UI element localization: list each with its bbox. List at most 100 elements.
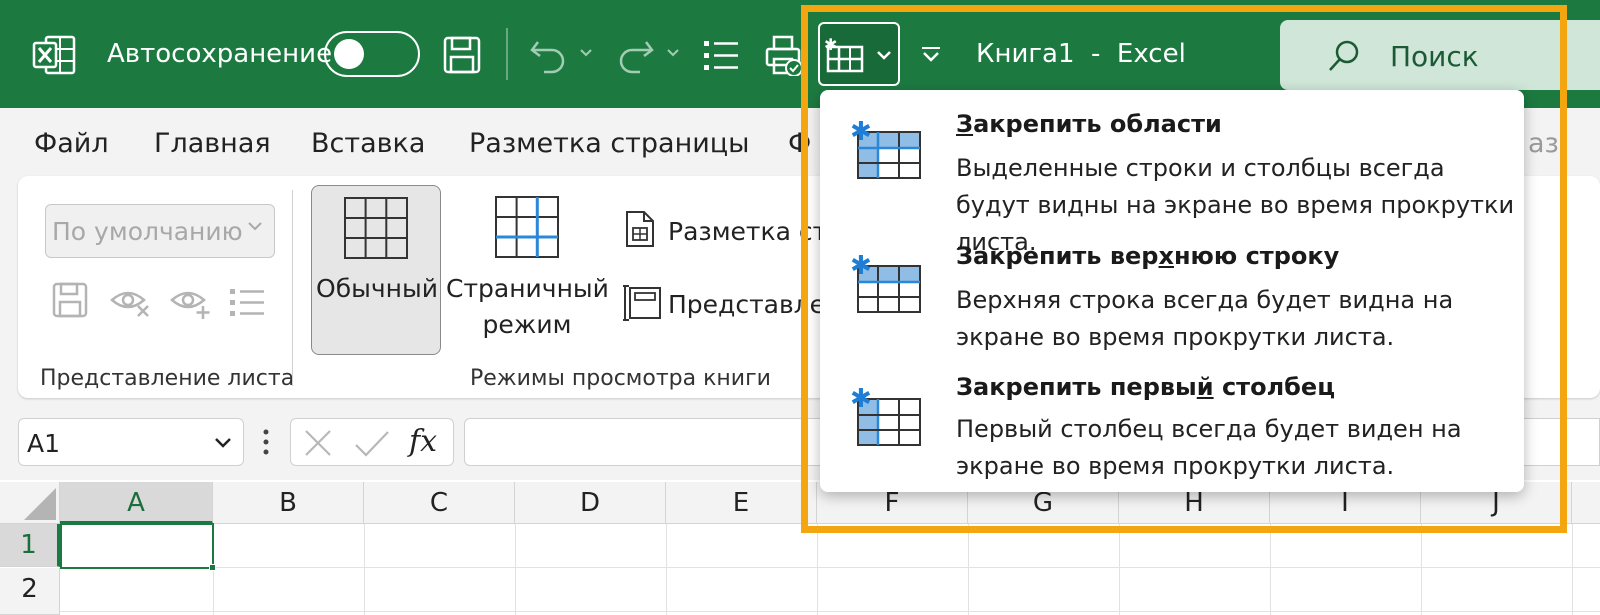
- gridline: [1119, 524, 1120, 615]
- menu-item-freeze-top-row[interactable]: ✱ Закрепить верхнюю строку Верхняя строк…: [820, 232, 1524, 364]
- tab-insert[interactable]: Вставка: [311, 128, 425, 159]
- title-text: столбец: [1213, 373, 1335, 401]
- autosave-label: Автосохранение: [107, 39, 333, 69]
- toolbar-separator: [506, 28, 508, 80]
- title-text: Закрепить вер: [956, 242, 1159, 270]
- title-text: нюю строку: [1173, 242, 1340, 270]
- normal-view-label: Обычный: [316, 274, 438, 303]
- column-header-k-partial[interactable]: [1572, 482, 1600, 524]
- column-header-d[interactable]: D: [515, 482, 666, 524]
- tab-page-layout[interactable]: Разметка страницы: [469, 128, 749, 159]
- freeze-panes-icon: ✱: [824, 37, 864, 73]
- svg-text:✱: ✱: [850, 252, 872, 281]
- page-break-preview-icon[interactable]: [494, 195, 560, 259]
- enter-check-icon[interactable]: [353, 429, 391, 457]
- svg-text:✱: ✱: [850, 385, 872, 414]
- document-title: Книга1 - Excel: [976, 39, 1186, 69]
- accelerator-key: З: [956, 110, 974, 138]
- freeze-first-column-icon: ✱: [850, 385, 924, 449]
- menu-item-freeze-panes[interactable]: ✱ Закрепить области Выделенные строки и …: [820, 98, 1524, 256]
- gridline: [1270, 524, 1271, 615]
- title-text: акрепить области: [973, 110, 1222, 138]
- custom-views-icon[interactable]: [622, 284, 662, 322]
- new-view-eye-icon[interactable]: [170, 286, 212, 320]
- column-header-e[interactable]: E: [666, 482, 817, 524]
- name-box-value: A1: [27, 429, 61, 458]
- undo-dropdown-chevron-down-icon[interactable]: [579, 48, 593, 58]
- search-icon: [1326, 38, 1362, 74]
- exit-view-eye-icon[interactable]: [110, 286, 152, 318]
- chevron-down-icon: [246, 219, 264, 233]
- sheet-view-value: По умолчанию: [52, 217, 243, 246]
- title-text: Закрепить первы: [956, 373, 1197, 401]
- tab-view-partial[interactable]: аз: [1528, 128, 1559, 159]
- freeze-top-row-icon: ✱: [850, 252, 924, 316]
- tab-file[interactable]: Файл: [34, 128, 109, 159]
- freeze-panes-button[interactable]: ✱: [818, 22, 900, 86]
- search-box[interactable]: Поиск: [1280, 20, 1600, 90]
- insert-function-fx[interactable]: fx: [409, 424, 437, 459]
- cancel-icon[interactable]: [303, 429, 333, 457]
- gridline: [515, 524, 516, 615]
- tab-home[interactable]: Главная: [154, 128, 271, 159]
- gridline: [968, 524, 969, 615]
- row-header-2[interactable]: 2: [0, 568, 60, 615]
- page-break-label-line1: Страничный: [446, 274, 609, 303]
- menu-item-description: Верхняя строка всегда будет видна на экр…: [956, 286, 1454, 351]
- gridline: [1421, 524, 1422, 615]
- column-header-c[interactable]: C: [364, 482, 515, 524]
- workbook-views-group-label: Режимы просмотра книги: [470, 366, 771, 391]
- fill-handle[interactable]: [209, 564, 216, 571]
- name-box[interactable]: A1: [18, 418, 244, 466]
- redo-icon[interactable]: [616, 36, 656, 74]
- customize-toolbar-chevron-down-icon[interactable]: [920, 46, 942, 62]
- gridline: [1572, 524, 1573, 615]
- freeze-panes-icon: ✱: [850, 118, 924, 182]
- page-layout-label[interactable]: Разметка ст: [668, 217, 827, 246]
- gridline: [817, 524, 818, 615]
- normal-view-button[interactable]: Обычный: [311, 185, 441, 355]
- redo-dropdown-chevron-down-icon[interactable]: [666, 48, 680, 58]
- freeze-dropdown-chevron-down-icon: [876, 50, 892, 62]
- accelerator-key: й: [1196, 373, 1214, 401]
- custom-views-label[interactable]: Представле: [668, 290, 825, 319]
- list-icon[interactable]: [702, 36, 740, 74]
- tab-formulas[interactable]: Ф: [788, 128, 811, 159]
- page-break-label-line2: режим: [482, 310, 572, 339]
- group-separator: [292, 190, 293, 386]
- row-header-1[interactable]: 1: [0, 524, 60, 567]
- gridline: [60, 567, 1600, 568]
- autosave-toggle[interactable]: [324, 31, 420, 77]
- svg-text:✱: ✱: [850, 118, 872, 147]
- more-vertical-icon[interactable]: [262, 428, 270, 456]
- freeze-panes-menu: ✱ Закрепить области Выделенные строки и …: [820, 90, 1524, 492]
- column-header-b[interactable]: B: [213, 482, 364, 524]
- save-icon[interactable]: [442, 35, 482, 75]
- sheet-view-group-label: Представление листа: [40, 366, 295, 391]
- search-label: Поиск: [1390, 40, 1479, 73]
- sheet-view-select[interactable]: По умолчанию: [45, 204, 275, 258]
- menu-item-freeze-first-column[interactable]: ✱ Закрепить первый столбец Первый столбе…: [820, 365, 1524, 497]
- active-cell-a1[interactable]: [60, 523, 216, 571]
- print-preview-icon[interactable]: [764, 34, 804, 76]
- menu-item-title: Закрепить верхнюю строку: [956, 242, 1339, 270]
- formula-actions: fx: [290, 418, 454, 466]
- select-all-corner[interactable]: [0, 482, 60, 524]
- menu-item-title: Закрепить первый столбец: [956, 373, 1335, 401]
- menu-item-description: Первый столбец всегда будет виден на экр…: [956, 415, 1462, 480]
- save-sheet-view-icon[interactable]: [52, 282, 88, 318]
- toggle-knob: [334, 39, 364, 69]
- chevron-down-icon: [213, 436, 233, 450]
- gridline: [666, 524, 667, 615]
- excel-logo-icon: [32, 34, 76, 76]
- gridline: [364, 524, 365, 615]
- undo-icon[interactable]: [528, 36, 568, 74]
- page-layout-icon[interactable]: [624, 210, 656, 248]
- accelerator-key: х: [1158, 242, 1174, 270]
- menu-item-title: Закрепить области: [956, 110, 1222, 138]
- column-header-a[interactable]: A: [60, 482, 213, 524]
- gridline: [60, 611, 1600, 612]
- view-options-list-icon[interactable]: [228, 286, 266, 318]
- normal-view-grid-icon: [343, 196, 409, 260]
- svg-text:✱: ✱: [824, 37, 837, 54]
